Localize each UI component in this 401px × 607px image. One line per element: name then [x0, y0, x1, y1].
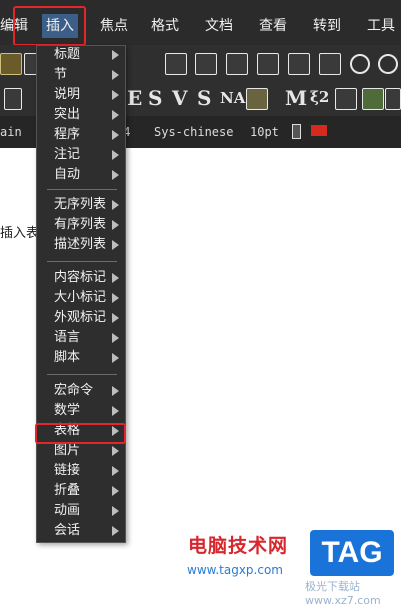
menu-item-auto[interactable]: 自动 [37, 165, 125, 185]
save-icon[interactable] [0, 53, 22, 75]
watermark-subtext: 极光下载站 www.xz7.com [305, 580, 381, 607]
menu-item-content-tag[interactable]: 内容标记 [37, 268, 125, 288]
menu-separator [47, 189, 117, 190]
chevron-right-icon [112, 313, 119, 323]
chevron-right-icon [112, 466, 119, 476]
menu-item-appearance-tag[interactable]: 外观标记 [37, 308, 125, 328]
search-icon[interactable] [257, 53, 279, 75]
menu-item-unordered-list[interactable]: 无序列表 [37, 195, 125, 215]
style-select[interactable]: ain [0, 125, 22, 139]
chevron-right-icon [112, 220, 119, 230]
chevron-right-icon [112, 240, 119, 250]
language-flag-icon[interactable] [311, 125, 327, 136]
undo-icon[interactable] [350, 54, 370, 74]
menu-item-description-list[interactable]: 描述列表 [37, 235, 125, 255]
menu-item-animation[interactable]: 动画 [37, 501, 125, 521]
copy-icon[interactable] [165, 53, 187, 75]
stop-icon[interactable] [319, 53, 341, 75]
chevron-right-icon [112, 333, 119, 343]
formula-button[interactable]: ξ2 [310, 88, 329, 106]
chevron-right-icon [112, 90, 119, 100]
math-button[interactable]: M [285, 86, 307, 110]
insert-menu: 标题 节 说明 突出 程序 注记 自动 无序列表 有序列表 描述列表 内容标记 … [36, 45, 126, 543]
more-icon[interactable] [385, 88, 401, 110]
menu-item-macro[interactable]: 宏命令 [37, 381, 125, 401]
chevron-right-icon [112, 406, 119, 416]
menu-item-script[interactable]: 脚本 [37, 348, 125, 368]
menu-item-title[interactable]: 标题 [37, 45, 125, 65]
watermark-title: 电脑技术网 [188, 535, 289, 557]
menu-goto[interactable]: 转到 [313, 16, 341, 36]
menu-item-program[interactable]: 程序 [37, 125, 125, 145]
menu-item-note[interactable]: 注记 [37, 145, 125, 165]
chevron-right-icon [112, 526, 119, 536]
menu-format[interactable]: 格式 [151, 16, 179, 36]
strong-button[interactable]: S [148, 86, 162, 110]
chevron-right-icon [112, 446, 119, 456]
paste-special-icon[interactable] [226, 53, 248, 75]
image-icon[interactable] [362, 88, 384, 110]
name-button[interactable]: NA [220, 89, 245, 107]
menu-item-ordered-list[interactable]: 有序列表 [37, 215, 125, 235]
menu-item-session[interactable]: 会话 [37, 521, 125, 541]
chevron-right-icon [112, 506, 119, 516]
redo-icon[interactable] [378, 54, 398, 74]
chevron-right-icon [112, 50, 119, 60]
emphasis-button[interactable]: E [127, 86, 142, 110]
align-icon[interactable] [4, 88, 22, 110]
menu-item-math[interactable]: 数学 [37, 401, 125, 421]
chevron-right-icon [112, 150, 119, 160]
chevron-right-icon [112, 486, 119, 496]
menu-item-explain[interactable]: 说明 [37, 85, 125, 105]
replace-icon[interactable] [288, 53, 310, 75]
menu-separator [47, 374, 117, 375]
pen-icon[interactable] [246, 88, 268, 110]
document-text: 插入表 [0, 226, 40, 241]
watermark-url: www.tagxp.com [187, 563, 283, 577]
sans-button[interactable]: S [197, 86, 211, 110]
chevron-right-icon [112, 110, 119, 120]
menu-document[interactable]: 文档 [205, 16, 233, 36]
menu-separator [47, 261, 117, 262]
font-select[interactable]: Sys-chinese [154, 125, 233, 139]
menu-tools[interactable]: 工具 [367, 16, 395, 36]
chevron-right-icon [112, 200, 119, 210]
table-item-highlight [35, 423, 126, 444]
table-icon[interactable] [335, 88, 357, 110]
font-size-select[interactable]: 10pt [250, 125, 279, 139]
verbatim-button[interactable]: V [172, 86, 188, 110]
menu-item-size-tag[interactable]: 大小标记 [37, 288, 125, 308]
color-swatch-icon[interactable] [292, 124, 301, 139]
menu-item-image[interactable]: 图片 [37, 441, 125, 461]
menu-item-link[interactable]: 链接 [37, 461, 125, 481]
watermark-logo: TAG [310, 530, 394, 576]
chevron-right-icon [112, 70, 119, 80]
chevron-right-icon [112, 273, 119, 283]
menu-item-language[interactable]: 语言 [37, 328, 125, 348]
chevron-right-icon [112, 170, 119, 180]
menu-view[interactable]: 查看 [259, 16, 287, 36]
menu-item-fold[interactable]: 折叠 [37, 481, 125, 501]
menu-item-highlight[interactable]: 突出 [37, 105, 125, 125]
menu-item-section[interactable]: 节 [37, 65, 125, 85]
insert-menu-highlight [13, 6, 86, 46]
chevron-right-icon [112, 353, 119, 363]
chevron-right-icon [112, 386, 119, 396]
menu-focus[interactable]: 焦点 [100, 16, 128, 36]
chevron-right-icon [112, 293, 119, 303]
paste-icon[interactable] [195, 53, 217, 75]
chevron-right-icon [112, 130, 119, 140]
